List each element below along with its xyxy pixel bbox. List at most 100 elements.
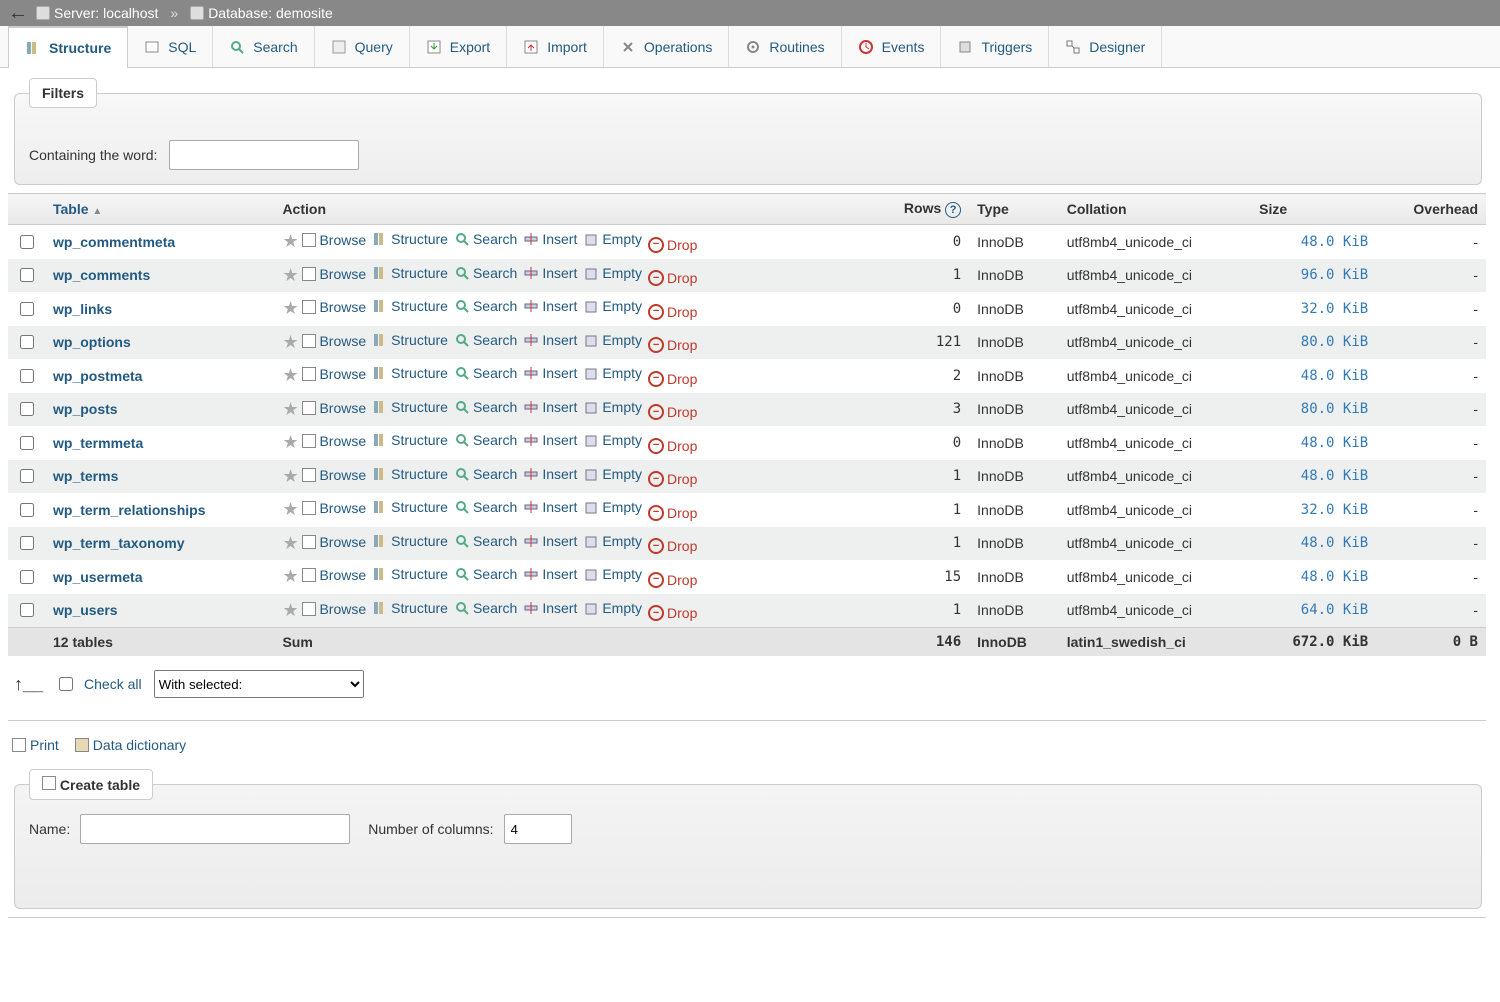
search-link[interactable]: Search (454, 399, 517, 415)
search-link[interactable]: Search (454, 265, 517, 281)
structure-link[interactable]: Structure (372, 432, 448, 448)
structure-link[interactable]: Structure (372, 499, 448, 515)
search-link[interactable]: Search (454, 332, 517, 348)
insert-link[interactable]: Insert (523, 265, 577, 281)
print-link[interactable]: Print (12, 737, 59, 753)
tab-operations[interactable]: Operations (604, 26, 729, 67)
structure-link[interactable]: Structure (372, 265, 448, 281)
structure-link[interactable]: Structure (372, 466, 448, 482)
favorite-star-icon[interactable]: ★ (282, 265, 298, 285)
row-checkbox[interactable] (20, 302, 34, 316)
insert-link[interactable]: Insert (523, 600, 577, 616)
tab-triggers[interactable]: Triggers (941, 26, 1049, 67)
insert-link[interactable]: Insert (523, 298, 577, 314)
row-checkbox[interactable] (20, 235, 34, 249)
structure-link[interactable]: Structure (372, 399, 448, 415)
search-link[interactable]: Search (454, 466, 517, 482)
tab-import[interactable]: Import (507, 26, 604, 67)
drop-link[interactable]: −Drop (648, 337, 697, 353)
create-cols-input[interactable] (504, 814, 572, 844)
column-overhead[interactable]: Overhead (1376, 194, 1486, 225)
empty-link[interactable]: Empty (583, 332, 642, 348)
table-name-link[interactable]: wp_usermeta (53, 569, 142, 585)
row-checkbox[interactable] (20, 268, 34, 282)
table-name-link[interactable]: wp_postmeta (53, 368, 142, 384)
column-table[interactable]: Table ▲ (45, 194, 274, 225)
insert-link[interactable]: Insert (523, 365, 577, 381)
browse-link[interactable]: Browse (302, 333, 366, 349)
row-checkbox[interactable] (20, 603, 34, 617)
browse-link[interactable]: Browse (302, 232, 366, 248)
tab-query[interactable]: Query (315, 26, 410, 67)
tab-routines[interactable]: Routines (729, 26, 841, 67)
drop-link[interactable]: −Drop (648, 438, 697, 454)
table-name-link[interactable]: wp_terms (53, 468, 118, 484)
structure-link[interactable]: Structure (372, 332, 448, 348)
favorite-star-icon[interactable]: ★ (282, 499, 298, 519)
help-icon[interactable]: ? (945, 202, 961, 218)
table-name-link[interactable]: wp_term_relationships (53, 502, 206, 518)
drop-link[interactable]: −Drop (648, 505, 697, 521)
table-name-link[interactable]: wp_posts (53, 401, 118, 417)
empty-link[interactable]: Empty (583, 298, 642, 314)
search-link[interactable]: Search (454, 600, 517, 616)
row-checkbox[interactable] (20, 469, 34, 483)
favorite-star-icon[interactable]: ★ (282, 466, 298, 486)
tab-events[interactable]: Events (842, 26, 942, 67)
structure-link[interactable]: Structure (372, 231, 448, 247)
search-link[interactable]: Search (454, 231, 517, 247)
empty-link[interactable]: Empty (583, 432, 642, 448)
tab-export[interactable]: Export (410, 26, 507, 67)
table-name-link[interactable]: wp_term_taxonomy (53, 535, 184, 551)
check-all-checkbox[interactable] (59, 677, 73, 691)
table-name-link[interactable]: wp_options (53, 334, 131, 350)
empty-link[interactable]: Empty (583, 566, 642, 582)
empty-link[interactable]: Empty (583, 600, 642, 616)
favorite-star-icon[interactable]: ★ (282, 332, 298, 352)
tab-search[interactable]: Search (213, 26, 314, 67)
favorite-star-icon[interactable]: ★ (282, 533, 298, 553)
insert-link[interactable]: Insert (523, 533, 577, 549)
row-checkbox[interactable] (20, 536, 34, 550)
column-collation[interactable]: Collation (1059, 194, 1251, 225)
create-name-input[interactable] (80, 814, 350, 844)
drop-link[interactable]: −Drop (648, 404, 697, 420)
data-dictionary-link[interactable]: Data dictionary (75, 737, 186, 753)
empty-link[interactable]: Empty (583, 499, 642, 515)
server-crumb[interactable]: Server: localhost (36, 5, 158, 21)
drop-link[interactable]: −Drop (648, 572, 697, 588)
search-link[interactable]: Search (454, 365, 517, 381)
row-checkbox[interactable] (20, 402, 34, 416)
browse-link[interactable]: Browse (302, 467, 366, 483)
empty-link[interactable]: Empty (583, 265, 642, 281)
column-type[interactable]: Type (969, 194, 1059, 225)
insert-link[interactable]: Insert (523, 332, 577, 348)
browse-link[interactable]: Browse (302, 366, 366, 382)
drop-link[interactable]: −Drop (648, 270, 697, 286)
database-crumb[interactable]: Database: demosite (190, 5, 333, 21)
favorite-star-icon[interactable]: ★ (282, 365, 298, 385)
favorite-star-icon[interactable]: ★ (282, 432, 298, 452)
search-link[interactable]: Search (454, 298, 517, 314)
drop-link[interactable]: −Drop (648, 304, 697, 320)
search-link[interactable]: Search (454, 533, 517, 549)
with-selected-select[interactable]: With selected: (154, 670, 364, 698)
tab-sql[interactable]: SQL (128, 26, 213, 67)
search-link[interactable]: Search (454, 432, 517, 448)
browse-link[interactable]: Browse (302, 500, 366, 516)
column-size[interactable]: Size (1251, 194, 1376, 225)
back-arrow-icon[interactable]: ← (8, 2, 28, 25)
insert-link[interactable]: Insert (523, 231, 577, 247)
drop-link[interactable]: −Drop (648, 605, 697, 621)
row-checkbox[interactable] (20, 503, 34, 517)
table-name-link[interactable]: wp_links (53, 301, 112, 317)
favorite-star-icon[interactable]: ★ (282, 231, 298, 251)
empty-link[interactable]: Empty (583, 399, 642, 415)
row-checkbox[interactable] (20, 369, 34, 383)
drop-link[interactable]: −Drop (648, 538, 697, 554)
insert-link[interactable]: Insert (523, 499, 577, 515)
drop-link[interactable]: −Drop (648, 471, 697, 487)
browse-link[interactable]: Browse (302, 266, 366, 282)
browse-link[interactable]: Browse (302, 433, 366, 449)
favorite-star-icon[interactable]: ★ (282, 399, 298, 419)
